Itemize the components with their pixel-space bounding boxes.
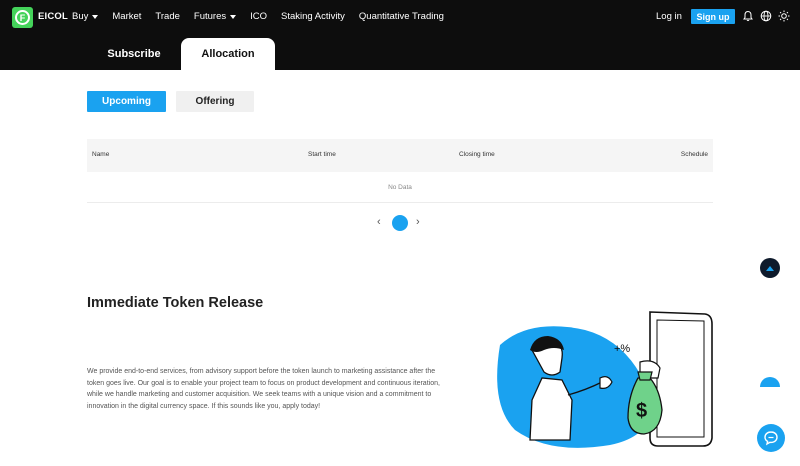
nav-item-quant[interactable]: Quantitative Trading: [359, 11, 444, 22]
column-closing-time: Closing time: [459, 151, 495, 158]
chevron-down-icon: [230, 15, 237, 19]
empty-state: No Data: [87, 172, 713, 203]
signup-button[interactable]: Sign up: [691, 9, 735, 24]
prev-page-button[interactable]: ‹: [377, 216, 381, 228]
nav-item-buy[interactable]: Buy: [72, 11, 99, 22]
table-header: Name Start time Closing time Schedule: [87, 139, 713, 172]
login-link[interactable]: Log in: [656, 11, 682, 22]
svg-text:+%: +%: [614, 343, 630, 355]
current-page[interactable]: [392, 215, 408, 231]
main-nav: Buy Market Trade Futures ICO Staking Act…: [72, 0, 458, 33]
chat-icon: [764, 431, 778, 446]
section-title: Immediate Token Release: [87, 295, 264, 311]
tab-subscribe[interactable]: Subscribe: [88, 38, 180, 70]
svg-text:$: $: [636, 400, 647, 422]
nav-item-futures[interactable]: Futures: [194, 11, 237, 22]
nav-item-market[interactable]: Market: [112, 11, 141, 22]
side-widget-1[interactable]: [760, 322, 780, 332]
arrow-up-icon: [766, 265, 774, 271]
chat-button[interactable]: [757, 424, 785, 452]
offering-button[interactable]: Offering: [176, 91, 254, 112]
globe-icon[interactable]: [760, 10, 772, 22]
tab-allocation[interactable]: Allocation: [181, 38, 275, 70]
nav-item-staking[interactable]: Staking Activity: [281, 11, 345, 22]
column-start-time: Start time: [308, 151, 336, 158]
nav-item-trade[interactable]: Trade: [155, 11, 179, 22]
column-schedule: Schedule: [680, 151, 708, 158]
top-navbar: F EICOL Buy Market Trade Futures ICO Sta…: [0, 0, 800, 33]
logo-icon[interactable]: F: [12, 7, 33, 28]
section-description: We provide end-to-end services, from adv…: [87, 368, 440, 410]
next-page-button[interactable]: ›: [416, 216, 420, 228]
upcoming-button[interactable]: Upcoming: [87, 91, 166, 112]
token-release-illustration: $ +%: [497, 311, 713, 448]
brand-name[interactable]: EICOL: [38, 11, 68, 22]
side-widget-2[interactable]: [760, 345, 780, 355]
chevron-down-icon: [92, 15, 99, 19]
bell-icon[interactable]: [742, 10, 754, 22]
column-name: Name: [92, 151, 110, 158]
nav-item-ico[interactable]: ICO: [250, 11, 267, 22]
scroll-top-button[interactable]: [760, 258, 780, 278]
side-widget-3[interactable]: [760, 377, 780, 387]
sun-icon[interactable]: [778, 10, 790, 22]
